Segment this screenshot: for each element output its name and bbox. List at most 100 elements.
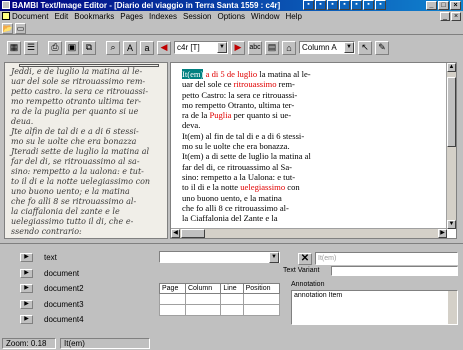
- list-item[interactable]: ▶ text: [20, 250, 150, 265]
- menu-indexes[interactable]: Indexes: [149, 12, 177, 21]
- doc-close-button[interactable]: ×: [451, 12, 461, 21]
- annotation-textarea[interactable]: annotation Item: [291, 290, 458, 325]
- grid-view-icon[interactable]: ▦: [7, 40, 21, 55]
- menu-bookmarks[interactable]: Bookmarks: [74, 12, 114, 21]
- manuscript-line: ssendo contrario:: [11, 227, 82, 236]
- new-document-icon[interactable]: ▭: [15, 22, 26, 34]
- list-item[interactable]: ▶ document4: [20, 312, 150, 327]
- arrow-right-icon[interactable]: ▶: [20, 253, 33, 262]
- column-header-page[interactable]: Page: [159, 283, 186, 294]
- app-icon: [2, 1, 10, 9]
- list-item[interactable]: ▶ document2: [20, 281, 150, 296]
- menu-pages[interactable]: Pages: [120, 12, 143, 21]
- menu-window[interactable]: Window: [251, 12, 279, 21]
- quick-icon-5[interactable]: ▪: [351, 0, 362, 10]
- font-larger-icon[interactable]: A: [123, 40, 137, 55]
- arrow-right-icon[interactable]: ▶: [20, 299, 33, 309]
- vertical-scrollbar[interactable]: ▲ ▼: [446, 63, 456, 229]
- quick-icon-3[interactable]: ▪: [327, 0, 338, 10]
- title-bar: BAMBI Text/Image Editor - [Diario del vi…: [0, 0, 463, 11]
- text-variant-field[interactable]: [331, 266, 458, 276]
- quick-icon-2[interactable]: ▪: [315, 0, 326, 10]
- close-button[interactable]: ×: [450, 1, 461, 10]
- table-row[interactable]: [159, 293, 281, 305]
- selection-status: It(em): [60, 338, 150, 349]
- arrow-right-icon[interactable]: ▶: [20, 268, 33, 278]
- arrow-right-icon[interactable]: ▶: [20, 315, 33, 325]
- window-controls: _ □ ×: [426, 1, 461, 10]
- manuscript-line: Jte alfin de tal di e a di 6 stessi-: [11, 127, 139, 136]
- menu-document[interactable]: Document: [12, 12, 48, 21]
- editor-toolbar: ▦ ☰ ⎙ ▣ ⧉ ⌕ A a ◀ c4r [T] ▼ ▶ abc ▤ ⌂ Co…: [0, 37, 463, 58]
- doc-minimize-button[interactable]: _: [440, 12, 450, 21]
- zoom-icon[interactable]: ⌕: [106, 40, 120, 55]
- text-line: ra de la Puglia per quanto si ue-: [182, 110, 437, 120]
- quick-icon-4[interactable]: ▪: [339, 0, 350, 10]
- menu-help[interactable]: Help: [286, 12, 302, 21]
- scroll-down-icon[interactable]: ▼: [447, 220, 456, 229]
- column-select[interactable]: Column A ▼: [299, 41, 355, 54]
- transcription-text[interactable]: It(em) a di 5 de luglio la matina al le-…: [182, 69, 437, 223]
- text-line: It(em) a di 5 de luglio la matina al le-: [182, 69, 437, 79]
- text-line: che fo alli 8 ce ritrouassimo al-: [182, 202, 289, 213]
- marked-word[interactable]: a di 5 de luglio: [206, 69, 258, 79]
- image-icon[interactable]: ▣: [65, 40, 79, 55]
- text-span: per quanto si ue-: [231, 110, 292, 121]
- scroll-left-icon[interactable]: ◀: [171, 229, 180, 238]
- column-header-position[interactable]: Position: [242, 283, 281, 294]
- selected-tag[interactable]: It(em): [182, 69, 204, 79]
- scroll-thumb[interactable]: [447, 77, 456, 147]
- manuscript-image[interactable]: Jeddi, e de luglio la matina al le- uar …: [4, 62, 168, 239]
- column-header-line[interactable]: Line: [220, 283, 244, 294]
- prev-page-icon[interactable]: ◀: [157, 40, 171, 55]
- chevron-down-icon[interactable]: ▼: [269, 252, 279, 263]
- chevron-down-icon[interactable]: ▼: [344, 42, 354, 53]
- text-line: mo su le uolte che era bonazza.: [182, 141, 290, 152]
- pointer-icon[interactable]: ↖: [358, 40, 372, 55]
- marked-word[interactable]: Puglia: [209, 110, 231, 120]
- next-page-icon[interactable]: ▶: [231, 40, 245, 55]
- annotation-value: annotation Item: [294, 292, 343, 299]
- font-smaller-icon[interactable]: a: [140, 40, 154, 55]
- print-icon[interactable]: ⎙: [48, 40, 62, 55]
- menu-session[interactable]: Session: [183, 12, 211, 21]
- abc-icon[interactable]: abc: [248, 40, 262, 55]
- list-view-icon[interactable]: ☰: [24, 40, 38, 55]
- quick-icon-1[interactable]: ▪: [303, 0, 314, 10]
- menu-edit[interactable]: Edit: [54, 12, 68, 21]
- page-select[interactable]: c4r [T] ▼: [174, 41, 228, 54]
- menu-options[interactable]: Options: [217, 12, 245, 21]
- chevron-down-icon[interactable]: ▼: [217, 42, 227, 53]
- scroll-thumb-horizontal[interactable]: [181, 229, 205, 238]
- open-icon[interactable]: 📂: [2, 22, 13, 34]
- document-window-icon[interactable]: [2, 12, 10, 20]
- marked-word[interactable]: ritrouassimo: [234, 79, 277, 89]
- pen-icon[interactable]: ✎: [375, 40, 389, 55]
- scroll-up-icon[interactable]: ▲: [447, 63, 456, 72]
- tag-field[interactable]: It(em): [315, 252, 458, 265]
- home-icon[interactable]: ⌂: [282, 40, 296, 55]
- column-header-column[interactable]: Column: [184, 283, 222, 294]
- marked-word[interactable]: uelegiassimo: [240, 182, 285, 192]
- manuscript-line: uar del sole se ritrouassimo rem-: [11, 77, 146, 86]
- text-line: It(em) a di sette de luglio la matina al: [182, 151, 311, 162]
- table-row[interactable]: [159, 304, 281, 316]
- transcription-pane[interactable]: It(em) a di 5 de luglio la matina al le-…: [170, 62, 457, 239]
- horizontal-scrollbar[interactable]: ◀ ▶: [171, 228, 447, 238]
- manuscript-line: che fo alli 8 se ritrouassimo al-: [11, 197, 137, 206]
- reference-select[interactable]: ▼: [159, 251, 280, 263]
- minimize-button[interactable]: _: [426, 1, 437, 10]
- table-icon[interactable]: ▤: [265, 40, 279, 55]
- maximize-button[interactable]: □: [438, 1, 449, 10]
- scroll-right-icon[interactable]: ▶: [438, 229, 447, 238]
- list-item[interactable]: ▶ document3: [20, 297, 150, 312]
- list-item[interactable]: ▶ document: [20, 266, 150, 281]
- quick-icon-6[interactable]: ▪: [363, 0, 374, 10]
- manuscript-line: to il di e la notte uelegiassimo con: [11, 177, 151, 186]
- arrow-right-icon[interactable]: ▶: [20, 284, 33, 294]
- annotation-scrollbar[interactable]: [448, 291, 457, 324]
- quick-icon-7[interactable]: ▪: [375, 0, 386, 10]
- document-label: text: [44, 253, 57, 262]
- delete-tag-button[interactable]: ✕: [298, 253, 312, 265]
- copy-icon[interactable]: ⧉: [82, 40, 96, 55]
